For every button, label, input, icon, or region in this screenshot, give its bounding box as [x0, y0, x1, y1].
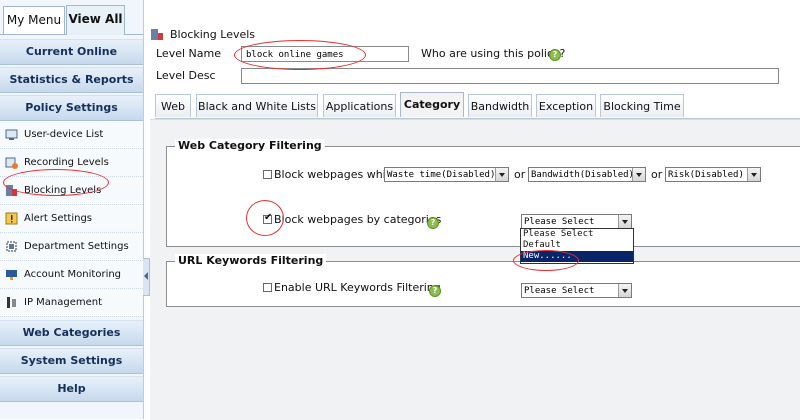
chevron-down-icon — [495, 168, 508, 181]
level-name-label: Level Name — [156, 47, 221, 60]
sidebar-item-label: Alert Settings — [24, 213, 92, 224]
level-desc-input[interactable] — [241, 68, 779, 84]
dropdown-option[interactable]: Default — [521, 240, 633, 251]
ip-management-icon — [7, 297, 16, 308]
sidebar-item-department-settings[interactable]: Department Settings — [0, 233, 143, 261]
sidebar-item-user-device-list[interactable]: User-device List — [0, 121, 143, 149]
enable-url-keywords-checkbox[interactable] — [263, 283, 272, 292]
enable-url-keywords-label: Enable URL Keywords Filtering — [274, 281, 441, 294]
recording-levels-icon — [5, 157, 18, 169]
tab-view-all[interactable]: View All — [66, 5, 125, 35]
sidebar-item-alert-settings[interactable]: Alert Settings — [0, 205, 143, 233]
tab-bandwidth[interactable]: Bandwidth — [468, 94, 532, 117]
sidebar-item-label: Department Settings — [24, 241, 129, 252]
section-system-settings[interactable]: System Settings — [0, 348, 143, 374]
url-keywords-filtering-group: URL Keywords Filtering Enable URL Keywor… — [166, 254, 800, 307]
web-category-filtering-group: Web Category Filtering Block webpages wh… — [166, 139, 800, 247]
sidebar-item-label: IP Management — [24, 297, 103, 308]
sidebar-collapse-handle[interactable] — [143, 258, 150, 296]
section-web-categories[interactable]: Web Categories — [0, 320, 143, 346]
sidebar-item-label: Blocking Levels — [24, 185, 102, 196]
section-current-online[interactable]: Current Online — [0, 39, 143, 65]
web-category-filtering-legend: Web Category Filtering — [175, 139, 325, 152]
help-icon[interactable]: ? — [549, 49, 561, 61]
tab-exception[interactable]: Exception — [536, 94, 596, 117]
select-value: Please Select — [524, 286, 595, 296]
help-icon[interactable]: ? — [427, 217, 439, 229]
chevron-down-icon — [632, 168, 645, 181]
chevron-down-icon — [747, 168, 760, 181]
category-select[interactable]: Please Select — [521, 214, 632, 229]
section-statistics-reports[interactable]: Statistics & Reports — [0, 67, 143, 93]
or-label: or — [651, 168, 663, 181]
block-by-categories-label: Block webpages by categories — [274, 213, 442, 226]
sidebar-item-label: Recording Levels — [24, 157, 109, 168]
alert-settings-icon — [5, 212, 18, 225]
select-value: Please Select — [524, 217, 595, 227]
main-panel: Blocking Levels Level Name block online … — [150, 0, 800, 420]
bandwidth-select[interactable]: Bandwidth(Disabled) — [528, 167, 646, 182]
blocking-levels-icon — [151, 29, 163, 40]
chevron-down-icon — [618, 284, 631, 297]
tab-my-menu[interactable]: My Menu — [3, 6, 65, 34]
level-desc-label: Level Desc — [156, 69, 216, 82]
title-bar: Blocking Levels — [150, 26, 800, 44]
sidebar: My Menu View All Current Online Statisti… — [0, 0, 144, 419]
or-label: or — [514, 168, 526, 181]
department-settings-icon — [6, 241, 17, 252]
sidebar-item-label: Account Monitoring — [24, 269, 122, 280]
waste-time-select[interactable]: Waste time(Disabled) — [384, 167, 509, 182]
section-policy-settings[interactable]: Policy Settings — [0, 95, 143, 121]
dropdown-option-highlighted[interactable]: New...... — [521, 251, 633, 262]
block-by-categories-checkbox[interactable] — [263, 212, 272, 224]
sidebar-tabs: My Menu View All — [0, 0, 143, 35]
block-which-label: Block webpages which — [274, 168, 399, 181]
chevron-down-icon — [618, 215, 631, 228]
sidebar-item-blocking-levels[interactable]: Blocking Levels — [0, 177, 143, 205]
help-icon[interactable]: ? — [429, 285, 441, 297]
tab-blocking-time[interactable]: Blocking Time — [600, 94, 684, 117]
level-name-input[interactable]: block online games — [241, 46, 409, 62]
who-using-label: Who are using this policy? — [421, 47, 566, 60]
sidebar-item-recording-levels[interactable]: Recording Levels — [0, 149, 143, 177]
tab-category[interactable]: Category — [400, 92, 464, 117]
policy-tabs: Web Black and White Lists Applications C… — [155, 92, 800, 119]
account-monitoring-icon — [6, 270, 17, 280]
select-value: Bandwidth(Disabled) — [531, 170, 634, 180]
user-device-list-icon — [5, 129, 18, 140]
category-tab-content: Web Category Filtering Block webpages wh… — [150, 119, 800, 420]
sidebar-item-label: User-device List — [24, 129, 104, 140]
risk-select[interactable]: Risk(Disabled) — [665, 167, 761, 182]
block-which-checkbox[interactable] — [263, 170, 272, 179]
url-keywords-select[interactable]: Please Select — [521, 283, 632, 298]
sidebar-item-ip-management[interactable]: IP Management — [0, 289, 143, 317]
category-dropdown-list: Please Select Default New...... — [520, 228, 634, 264]
dropdown-option[interactable]: Please Select — [521, 229, 633, 240]
tab-applications[interactable]: Applications — [323, 94, 396, 117]
select-value: Waste time(Disabled) — [387, 170, 496, 180]
tab-black-white-lists[interactable]: Black and White Lists — [196, 94, 318, 117]
select-value: Risk(Disabled) — [668, 170, 744, 180]
sidebar-item-account-monitoring[interactable]: Account Monitoring — [0, 261, 143, 289]
policy-settings-list: User-device List Recording Levels Blocki… — [0, 121, 143, 317]
tab-web[interactable]: Web — [155, 94, 191, 117]
url-keywords-filtering-legend: URL Keywords Filtering — [175, 254, 327, 267]
blocking-levels-icon — [6, 185, 17, 196]
page-title: Blocking Levels — [170, 28, 256, 41]
section-help[interactable]: Help — [0, 376, 143, 402]
